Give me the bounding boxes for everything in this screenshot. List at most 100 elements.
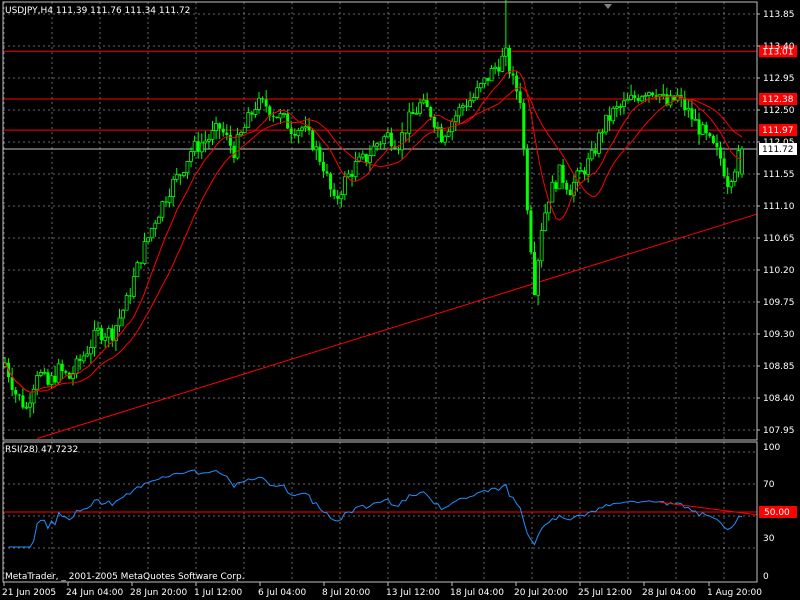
candle-body-bull <box>92 329 97 348</box>
candle-body-bull <box>489 68 494 82</box>
x-tick-label: 18 Jul 04:00 <box>450 588 504 598</box>
candle-body-bull <box>557 164 562 190</box>
candle-body-bear <box>719 147 723 159</box>
price-tag-label: 111.97 <box>762 126 794 136</box>
rsi-y-tick-label: 100 <box>763 443 780 453</box>
candle-body-bear <box>522 102 526 150</box>
candle-body-bear <box>511 73 515 76</box>
y-tick-label: 112.50 <box>763 106 795 116</box>
candle-body-bull <box>385 132 390 138</box>
candle-body-bear <box>683 97 687 111</box>
candle-body-bull <box>614 106 619 109</box>
candle-body-bull <box>296 129 301 137</box>
candle-body-bull <box>443 135 447 143</box>
candle-body-bear <box>286 113 290 129</box>
chart-canvas[interactable]: 113.01112.38111.97111.72 113.85113.40112… <box>0 0 800 600</box>
candle-body-bear <box>518 91 522 103</box>
candle-body-bull <box>24 406 29 409</box>
candle-body-bull <box>239 132 244 136</box>
x-tick-label: 20 Jul 20:00 <box>514 588 568 598</box>
candle-body-bear <box>497 67 501 72</box>
candle-body-bear <box>261 98 265 100</box>
candle-body-bull <box>131 276 136 297</box>
candle-body-bear <box>429 107 433 117</box>
candle-body-bull <box>167 196 172 203</box>
candle-body-bear <box>561 164 565 183</box>
candle-body-bull <box>629 94 633 100</box>
candle-body-bear <box>651 92 655 96</box>
candle-body-bear <box>525 149 529 211</box>
candle-body-bull <box>550 181 555 203</box>
candle-body-bear <box>164 201 168 203</box>
x-tick-label: 8 Jul 20:00 <box>322 588 371 598</box>
candle-body-bull <box>736 150 741 173</box>
candle-body-bull <box>461 105 465 108</box>
candle-body-bull <box>210 130 215 140</box>
candle-body-bear <box>379 143 383 145</box>
x-tick-label: 1 Aug 20:00 <box>707 588 762 598</box>
candle-body-bull <box>457 106 462 117</box>
candle-body-bull <box>686 108 691 111</box>
rsi-y-tick-label: 30 <box>763 534 775 544</box>
chart-shift-marker-icon[interactable] <box>604 4 612 9</box>
candle-body-bear <box>336 195 340 199</box>
candle-body-bull <box>589 149 594 160</box>
candle-body-bear <box>404 132 408 134</box>
candle-body-bear <box>311 130 315 150</box>
main-panel-frame <box>2 1 758 441</box>
candle-body-bull <box>246 112 251 128</box>
y-tick-label: 111.10 <box>763 202 795 212</box>
candle-body-bear <box>389 132 393 147</box>
candle-body-bull <box>85 353 90 357</box>
candle-body-bear <box>275 116 279 118</box>
candle-body-bull <box>189 151 193 162</box>
candle-body-bull <box>35 375 40 390</box>
candle-body-bull <box>203 140 208 144</box>
candle-body-bull <box>303 125 308 129</box>
candle-body-bear <box>554 182 558 189</box>
y-tick-label: 110.65 <box>763 234 795 244</box>
candle-body-bull <box>121 309 125 319</box>
candle-body-bear <box>60 363 64 372</box>
candle-body-bull <box>314 146 319 151</box>
candle-body-bull <box>74 358 79 375</box>
candle-body-bull <box>81 355 86 362</box>
candle-body-bull <box>28 402 32 408</box>
candle-body-bull <box>468 100 472 108</box>
candle-body-bull <box>700 124 705 135</box>
rsi-trendline <box>659 501 758 516</box>
candle-body-bull <box>346 173 351 178</box>
candle-body-bull <box>235 134 240 159</box>
rsi-level-tag-label: 50.00 <box>764 508 790 518</box>
candle-body-bull <box>185 160 190 174</box>
candle-body-bull <box>146 237 151 243</box>
candle-body-bear <box>221 128 225 133</box>
candle-body-bear <box>411 111 415 114</box>
y-tick-label: 112.95 <box>763 74 795 84</box>
candle-body-bull <box>49 375 54 386</box>
candle-body-bull <box>493 66 498 69</box>
candle-body-bull <box>446 131 451 137</box>
y-tick-label: 107.95 <box>763 426 795 436</box>
candle-body-bull <box>400 132 405 151</box>
candle-body-bear <box>636 97 640 101</box>
candle-body-bull <box>586 158 591 175</box>
y-tick-label: 113.85 <box>763 10 795 20</box>
candle-body-bear <box>64 371 68 373</box>
candle-body-bull <box>300 127 304 131</box>
candle-body-bear <box>178 174 182 176</box>
candle-body-bear <box>289 128 293 135</box>
candle-body-bear <box>486 78 490 81</box>
candle-body-bear <box>14 389 18 395</box>
candle-body-bear <box>325 171 329 174</box>
y-tick-label: 109.75 <box>763 298 795 308</box>
mt4-chart-window[interactable]: 113.01 112.38 111.97 111.72 113.85 113.40 112… <box>0 0 800 600</box>
x-tick-label: 24 Jun 04:00 <box>66 588 123 598</box>
candle-body-bull <box>622 100 626 107</box>
candle-body-bull <box>414 112 419 115</box>
candle-body-bear <box>583 170 587 175</box>
candle-body-bear <box>17 394 21 396</box>
candle-body-bear <box>593 150 597 154</box>
candle-body-bear <box>715 143 719 148</box>
candle-body-bull <box>382 136 387 145</box>
